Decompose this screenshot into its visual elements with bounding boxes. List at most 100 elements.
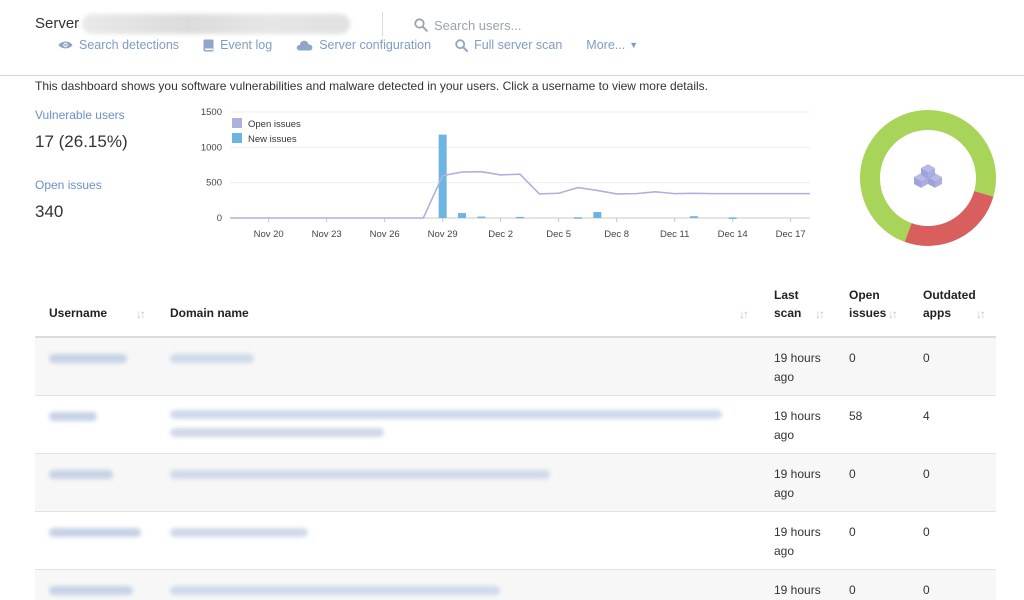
username-link-redacted[interactable] [49, 412, 97, 421]
x-tick-label: Dec 8 [604, 229, 629, 240]
open-issues-cell: 0 [849, 583, 856, 597]
last-scan: 19 hours [774, 583, 821, 597]
x-tick-label: Dec 17 [776, 229, 806, 240]
y-tick-label: 0 [217, 213, 222, 224]
search-icon [455, 38, 469, 52]
issues-chart: 0 500 1000 1500 Nov 20 Nov 23 Nov 26 Nov 29 Dec … [201, 107, 810, 240]
table-row[interactable]: 19 hours ago 58 4 [35, 396, 996, 454]
y-tick-label: 1500 [201, 107, 222, 118]
open-issues-cell: 58 [849, 409, 863, 423]
username-link-redacted[interactable] [49, 470, 113, 479]
vulnerable-users-value: 17 (26.15%) [35, 132, 128, 151]
table-row[interactable]: 19 hours ago 0 0 [35, 512, 996, 570]
x-tick-label: Dec 5 [546, 229, 571, 240]
nav-search-detections[interactable]: Search detections [58, 38, 179, 52]
col-open-issues-line2[interactable]: issues [849, 304, 886, 322]
new-issues-bar [574, 217, 582, 219]
nav-server-configuration-label: Server configuration [319, 38, 432, 52]
legend-label-open-issues: Open issues [248, 119, 301, 130]
username-link-redacted[interactable] [49, 586, 133, 595]
col-open-issues-line1[interactable]: Open [849, 286, 880, 304]
new-issues-bar [728, 217, 737, 219]
table-row[interactable]: 19 hours ago 0 0 [35, 454, 996, 512]
outdated-apps-cell: 0 [923, 351, 930, 365]
new-issues-bar [593, 211, 602, 218]
users-table: Username ↓↑ Domain name ↓↑ Last scan ↓↑ … [35, 280, 996, 600]
open-issues-cell: 0 [849, 467, 856, 481]
cubes-icon [914, 164, 942, 188]
domain-redacted [170, 528, 308, 537]
x-tick-label: Nov 26 [370, 229, 400, 240]
nav-search-detections-label: Search detections [79, 38, 180, 52]
open-issues-cell: 0 [849, 351, 856, 365]
new-issues-bar [690, 216, 698, 218]
new-issues-bar [516, 216, 524, 219]
table-row[interactable]: 19 hours ago 0 0 [35, 338, 996, 396]
x-tick-label: Nov 29 [428, 229, 458, 240]
last-scan: 19 hours [774, 525, 821, 539]
last-scan-suffix: ago [774, 544, 795, 558]
username-link-redacted[interactable] [49, 354, 127, 363]
dashboard-description: This dashboard shows you software vulner… [35, 79, 708, 93]
nav-server-configuration[interactable]: Server configuration [296, 38, 431, 52]
caret-down-icon: ▼ [629, 40, 639, 50]
domain-redacted [170, 586, 500, 595]
outdated-apps-cell: 0 [923, 525, 930, 539]
sort-domain-icon[interactable]: ↓↑ [739, 307, 749, 321]
x-tick-label: Nov 23 [312, 229, 342, 240]
sort-username-icon[interactable]: ↓↑ [136, 307, 146, 321]
eye-icon [58, 41, 73, 49]
sort-open-issues-icon[interactable]: ↓↑ [888, 307, 898, 321]
last-scan-suffix: ago [774, 486, 795, 500]
last-scan-suffix: ago [774, 428, 795, 442]
header-nav: Search detections Event log Server confi… [58, 38, 662, 52]
outdated-apps-cell: 0 [923, 467, 930, 481]
cloud-icon [296, 40, 313, 50]
last-scan: 19 hours [774, 351, 821, 365]
y-tick-label: 500 [206, 178, 222, 189]
vulnerable-users-label: Vulnerable users [35, 108, 125, 122]
table-header: Username ↓↑ Domain name ↓↑ Last scan ↓↑ … [35, 280, 996, 338]
col-last-scan-line1[interactable]: Last [774, 286, 799, 304]
col-last-scan-line2[interactable]: scan [774, 304, 801, 322]
nav-event-log-label: Event log [220, 38, 273, 52]
outdated-apps-cell: 4 [923, 409, 930, 423]
legend-swatch-open-issues [232, 118, 242, 128]
legend-label-new-issues: New issues [248, 134, 297, 145]
nav-more-label: More... [586, 38, 626, 52]
username-link-redacted[interactable] [49, 528, 141, 537]
open-issues-cell: 0 [849, 525, 856, 539]
nav-full-server-scan[interactable]: Full server scan [455, 38, 562, 52]
open-issues-line [230, 170, 810, 219]
col-domain[interactable]: Domain name [170, 304, 249, 322]
x-tick-label: Dec 2 [488, 229, 513, 240]
last-scan: 19 hours [774, 467, 821, 481]
x-tick-label: Dec 11 [660, 229, 689, 240]
col-outdated-line2[interactable]: apps [923, 304, 951, 322]
sort-outdated-icon[interactable]: ↓↑ [976, 307, 986, 321]
search-input[interactable] [434, 17, 604, 33]
top-header: Server Search detections Event log [0, 0, 1024, 76]
domain-redacted-line2 [170, 428, 384, 437]
domain-redacted [170, 470, 550, 479]
search-users[interactable] [414, 15, 614, 35]
users-donut-chart [860, 110, 996, 246]
nav-more-dropdown[interactable]: More... ▼ [586, 38, 638, 52]
nav-full-server-scan-label: Full server scan [474, 38, 563, 52]
legend-swatch-new-issues [232, 133, 242, 143]
new-issues-bar [477, 216, 486, 219]
server-name-redacted [82, 14, 350, 34]
header-divider [382, 12, 383, 36]
x-tick-label: Nov 20 [254, 229, 284, 240]
server-label: Server [35, 15, 80, 32]
table-row[interactable]: 19 hours ago 0 0 [35, 570, 996, 600]
search-icon [414, 18, 428, 32]
outdated-apps-cell: 0 [923, 583, 930, 597]
domain-redacted [170, 410, 722, 419]
domain-redacted [170, 354, 254, 363]
col-outdated-line1[interactable]: Outdated [923, 286, 976, 304]
new-issues-bar [458, 213, 466, 218]
nav-event-log[interactable]: Event log [203, 38, 272, 52]
sort-last-scan-icon[interactable]: ↓↑ [815, 307, 825, 321]
col-username[interactable]: Username [49, 304, 107, 322]
